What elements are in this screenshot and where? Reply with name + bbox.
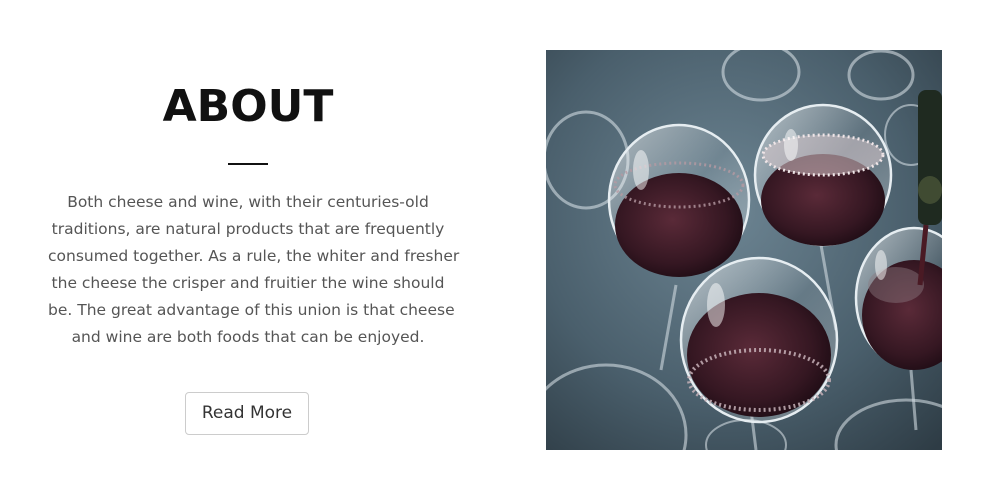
about-paragraph-line: traditions, are natural products that ar… — [51, 220, 445, 238]
wine-glasses-photo — [546, 50, 942, 450]
about-paragraph-line: consumed together. As a rule, the whiter… — [48, 247, 460, 265]
read-more-button[interactable]: Read More — [185, 392, 309, 435]
about-paragraph-line: and wine are both foods that can be enjo… — [71, 328, 425, 346]
about-section: ABOUT Both cheese and wine, with their c… — [0, 0, 992, 499]
about-paragraph-line: the cheese the crisper and fruitier the … — [51, 274, 445, 292]
about-heading: ABOUT — [162, 81, 334, 132]
wine-glasses-illustration — [546, 50, 942, 450]
about-paragraph: Both cheese and wine, with their centuri… — [48, 189, 460, 351]
about-paragraph-line: Both cheese and wine, with their centuri… — [67, 193, 429, 211]
about-text-column: ABOUT Both cheese and wine, with their c… — [48, 0, 460, 499]
about-paragraph-line: be. The great advantage of this union is… — [48, 301, 455, 319]
heading-divider — [228, 163, 268, 165]
